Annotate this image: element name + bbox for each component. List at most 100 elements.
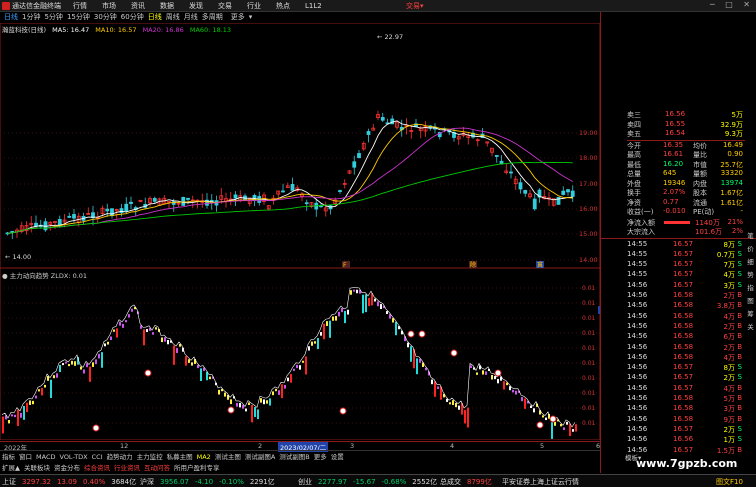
tick-price: 16.58 [673, 301, 694, 310]
period-more[interactable]: 更多 ▾ [227, 12, 253, 22]
indicator-bar [11, 414, 13, 417]
menu-item-data[interactable]: 数据 [160, 1, 189, 11]
side-tab[interactable]: 指 [745, 282, 756, 292]
tab-window[interactable]: 窗口 [17, 451, 34, 461]
side-tab[interactable]: 笔 [745, 230, 756, 240]
index-quote[interactable]: 创业 2277.97 -15.67 -0.68% 2552亿 [298, 477, 443, 487]
indicator-axis-label: 0.01 [582, 300, 596, 307]
tab-cci[interactable]: CCI [90, 453, 105, 461]
ext-tab-fund-distribution[interactable]: 资金分布 [52, 462, 82, 472]
indicator-bar [323, 323, 325, 340]
flow-percent: 2% [731, 227, 743, 235]
indicator-bar [68, 363, 70, 367]
sell-level-row[interactable]: 卖三 16.56 5万 [627, 110, 756, 120]
stat-value: 16.35 [663, 140, 684, 149]
ext-tab-expand[interactable]: 扩展▲ [0, 462, 22, 472]
index-quote[interactable]: 沪深 3956.07 -4.10 -0.10% 2291亿 [140, 477, 281, 487]
side-tab[interactable]: 势 [745, 269, 756, 279]
menu-item-quotes[interactable]: 行情 [73, 1, 102, 11]
tab-test-main[interactable]: 测试主图 [213, 451, 243, 461]
side-tab[interactable]: 关 [745, 321, 756, 331]
period-weekly[interactable]: 周线 [166, 12, 180, 22]
period-60min[interactable]: 60分钟 [121, 12, 144, 22]
candle-body [186, 197, 190, 200]
tick-price: 16.58 [673, 404, 694, 413]
menu-item-hotspot[interactable]: 热点 [276, 1, 305, 11]
ext-tab-qa[interactable]: 互动问答 [142, 462, 172, 472]
ext-tab-related-sectors[interactable]: 关联板块 [22, 462, 52, 472]
sell-level-row[interactable]: 卖四 16.55 32.9万 [627, 120, 756, 130]
tick-time: 14:55 [627, 260, 648, 269]
tick-price: 16.57 [673, 270, 694, 279]
indicator-bar [185, 356, 187, 366]
indicator-bar [143, 329, 145, 346]
period-monthly[interactable]: 月线 [184, 12, 198, 22]
indicator-chart[interactable]: 0.01 0.01 0.01 0.01 0.01 0.01 0.01 0.01 0.01 0.01… [0, 268, 600, 440]
tab-trend-power[interactable]: 趋势动力 [105, 451, 135, 461]
tick-volume: 2万 [723, 292, 735, 300]
candle-body [494, 155, 499, 157]
window-controls[interactable]: ─ □ ✕ [710, 0, 754, 9]
menu-item-discover[interactable]: 发现 [189, 1, 218, 11]
period-1min[interactable]: 1分钟 [22, 12, 40, 22]
tab-private-main[interactable]: 私募主图 [165, 451, 195, 461]
indicator-axis-label: 0.01 [582, 315, 596, 322]
menu-item-industry[interactable]: 行业 [247, 1, 276, 11]
indicator-bar [38, 389, 40, 392]
indicator-bar [566, 421, 568, 425]
menu-item-l1l2[interactable]: L1L2 [305, 2, 334, 10]
indicator-bar [446, 398, 448, 402]
candle-body [509, 171, 513, 174]
period-multi[interactable]: 多周期 [202, 12, 223, 22]
index-quote[interactable]: 上证 3297.32 13.09 0.40% 3684亿 [2, 477, 142, 487]
tab-test-sub-a[interactable]: 测试副图A [243, 451, 277, 461]
indicator-bar [410, 346, 412, 362]
index-amt: 3684亿 [111, 478, 137, 486]
index-pct: -0.10% [219, 478, 244, 486]
index-amt: 2552亿 [412, 478, 438, 486]
candle-body [181, 196, 186, 206]
f10-label[interactable]: 图文F10 [716, 477, 743, 487]
tab-indicator[interactable]: 指标 [0, 451, 17, 461]
ext-tab-industry-news[interactable]: 行业资讯 [112, 462, 142, 472]
indicator-bar [59, 364, 61, 373]
ext-tab-general-news[interactable]: 综合资讯 [82, 462, 112, 472]
tab-settings[interactable]: 设置 [329, 451, 346, 461]
quote-stat-row: 净资 0.77 流通 1.61亿 [627, 198, 756, 208]
tick-time: 14:56 [627, 373, 648, 382]
tab-more[interactable]: 更多 [312, 451, 329, 461]
indicator-bar [530, 405, 532, 408]
index-quote[interactable]: 总成交 8799亿 [440, 477, 498, 487]
period-15min[interactable]: 15分钟 [67, 12, 90, 22]
side-tab[interactable]: 图 [745, 295, 756, 305]
indicator-bar [29, 400, 31, 405]
stat-value: 2.07% [663, 188, 686, 196]
side-tab[interactable]: 价 [745, 243, 756, 253]
candlestick-chart[interactable]: 19.00 18.00 17.00 16.00 15.00 14.00 ← 22.97 ← 1… [0, 23, 600, 268]
trade-button[interactable]: 交易▾ [406, 1, 424, 11]
indicator-bar [371, 293, 373, 306]
period-30min[interactable]: 30分钟 [94, 12, 117, 22]
stat-value: 645 [663, 169, 677, 177]
tab-ma2[interactable]: MA2 [195, 453, 213, 461]
menu-item-trade[interactable]: 交易 [218, 1, 247, 11]
tab-macd[interactable]: MACD [34, 453, 57, 461]
indicator-bar [368, 297, 370, 307]
tab-vol-tdx[interactable]: VOL-TDX [57, 453, 89, 461]
period-daily[interactable]: 日线 [148, 12, 162, 22]
tick-volume: 7万 [723, 261, 735, 270]
period-day-blue[interactable]: 日线 [4, 12, 18, 22]
side-tab[interactable]: 筹 [745, 308, 756, 318]
tab-main-monitor[interactable]: 主力监控 [135, 451, 165, 461]
menu-item-market[interactable]: 市场 [102, 1, 131, 11]
side-tab[interactable]: 细 [745, 256, 756, 266]
sell-level-row[interactable]: 卖五 16.54 9.3万 [627, 129, 756, 139]
indicator-bar [416, 358, 418, 375]
indicator-bar [521, 397, 523, 402]
tab-test-sub-b[interactable]: 测试副图B [277, 451, 311, 461]
ext-tab-profit-exclusive[interactable]: 所用户盈利专享 [172, 462, 222, 472]
period-5min[interactable]: 5分钟 [44, 12, 62, 22]
indicator-bar [104, 343, 106, 347]
menu-item-news[interactable]: 资讯 [131, 1, 160, 11]
stat-value: 0.90 [727, 150, 743, 158]
